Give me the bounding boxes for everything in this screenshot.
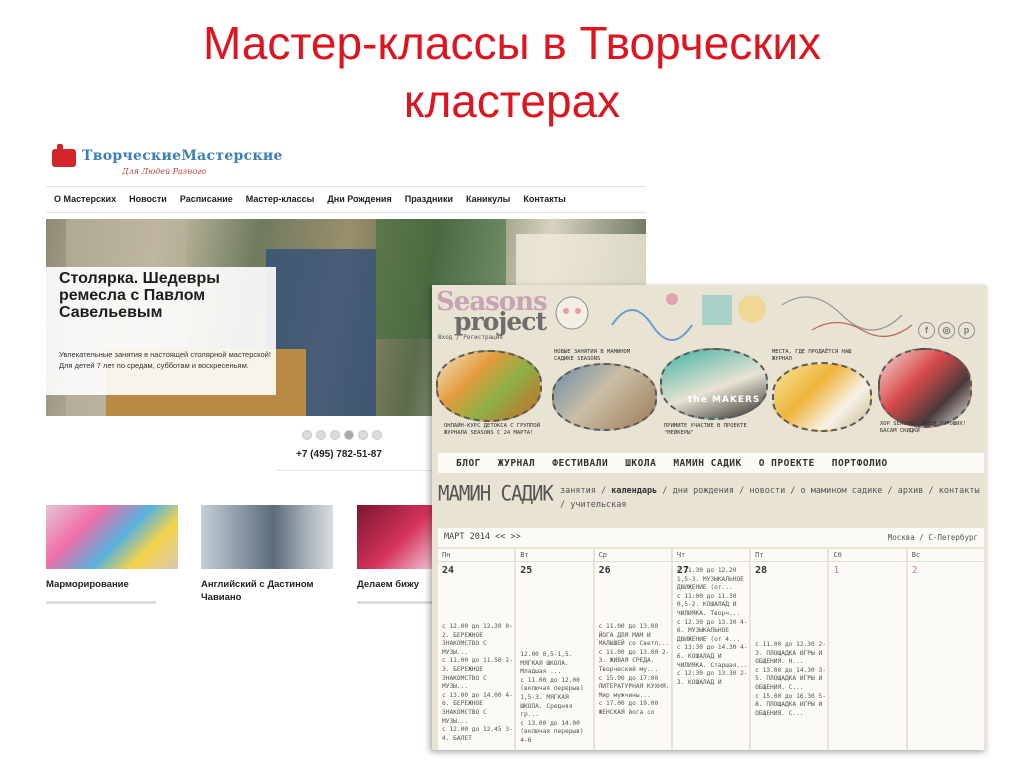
day-number[interactable]: 1	[829, 562, 905, 579]
card-photo	[46, 505, 178, 569]
calendar-day-column: Вс 2	[907, 549, 984, 750]
workshops-logo-subtitle: Для Людей Разного	[122, 167, 207, 176]
day-events-list[interactable]: 12.00 0,5-1,5. МЯГКАЯ ШКОЛА. Младшая ...…	[520, 651, 594, 746]
subnav-item-calendar-active[interactable]: календарь	[611, 486, 657, 496]
calendar-grid: Пн 24 с 12.00 до 12.30 0-2. БЕРЕЖНОЕ ЗНАКО…	[438, 549, 984, 750]
masterclass-card[interactable]: Марморирование	[46, 505, 178, 605]
weekday-label: Ср	[594, 549, 671, 562]
masterclass-card[interactable]: Английский с Дастином Чавиано	[201, 505, 333, 605]
slider-dot[interactable]	[316, 430, 326, 440]
subnav-links-before[interactable]: занятия /	[560, 486, 611, 496]
slide-title-line1: Мастер-классы в Творческих	[202, 17, 822, 69]
menu-item-kindergarten[interactable]: МАМИН САДИК	[673, 458, 741, 469]
feature-caption[interactable]: Онлайн-курс детокса с группой журнала Se…	[444, 423, 544, 437]
menu-item-about[interactable]: О ПРОЕКТЕ	[759, 458, 815, 469]
feature-bubble-choir[interactable]	[878, 348, 972, 428]
divider	[46, 212, 646, 213]
calendar-day-column: Сб 1	[829, 549, 906, 750]
menu-item-portfolio[interactable]: ПОРТФОЛИО	[832, 458, 888, 469]
nav-item-schedule[interactable]: Расписание	[180, 194, 233, 204]
seasons-site-screenshot: Seasons project Вход / Регистрация f ◎ p…	[432, 285, 987, 750]
card-title: Марморирование	[46, 579, 129, 590]
workshops-logo-text: ТворческиеМастерские	[82, 148, 283, 164]
slider-dot[interactable]	[302, 430, 312, 440]
phone-number[interactable]: +7 (495) 782-51-87	[296, 449, 382, 460]
pinterest-icon[interactable]: p	[958, 322, 975, 339]
feature-bubble-detox[interactable]	[436, 350, 542, 422]
nav-item-contacts[interactable]: Контакты	[523, 194, 565, 204]
header-illustration	[555, 293, 913, 341]
day-number[interactable]: 26	[595, 562, 671, 579]
feature-caption[interactable]: Новые занятия в Мамином садике Seasons	[554, 349, 652, 363]
menu-item-school[interactable]: ШКОЛА	[625, 458, 656, 469]
seasons-logo-line2[interactable]: project	[454, 307, 547, 336]
feature-caption[interactable]: Примите участие в проекте "Мейкеры"	[664, 423, 764, 437]
card-title: Английский с Дастином Чавиано	[201, 579, 314, 603]
slide-title-line2: кластерах	[403, 75, 621, 127]
slider-dots	[302, 430, 382, 440]
calendar-day-column: Пн 24 с 12.00 до 12.30 0-2. БЕРЕЖНОЕ ЗНАКО…	[438, 549, 516, 750]
section-title: МАМИН САДИК	[438, 481, 554, 507]
facebook-icon[interactable]: f	[918, 322, 935, 339]
slider-dot-active[interactable]	[344, 430, 354, 440]
menu-item-journal[interactable]: ЖУРНАЛ	[498, 458, 535, 469]
login-register-link[interactable]: Вход / Регистрация	[438, 334, 503, 341]
nav-item-birthdays[interactable]: Дни Рождения	[327, 194, 391, 204]
day-number[interactable]: 25	[516, 562, 592, 579]
calendar-day-column: Ср 26 с 11.00 до 13.00 ЙОГА ДЛЯ МАМ И МАЛЫ…	[594, 549, 673, 750]
weekday-label: Вс	[907, 549, 984, 562]
calendar-day-column: Вт 25 12.00 0,5-1,5. МЯГКАЯ ШКОЛА. Младшая…	[516, 549, 594, 750]
city-switch[interactable]: Москва / С-Петербург	[888, 533, 978, 542]
day-number[interactable]: 24	[438, 562, 514, 579]
weekday-label: Вт	[516, 549, 593, 562]
nav-item-masterclasses[interactable]: Мастер-классы	[246, 194, 315, 204]
hero-description: Увлекательные занятия в настоящей столяр…	[59, 350, 271, 370]
menu-item-festivals[interactable]: ФЕСТИВАЛИ	[552, 458, 608, 469]
feature-bubble-shops[interactable]	[772, 362, 872, 432]
section-subnav: занятия / календарь / дни рождения / нов…	[560, 484, 985, 512]
day-events-list[interactable]: с 11.30 до 12.20 1,5-3. МУЗЫКАЛЬНОЕ ДВИЖ…	[677, 567, 751, 687]
social-links: f ◎ p	[918, 322, 975, 339]
day-number[interactable]: 2	[908, 562, 984, 579]
feature-caption[interactable]: Хор Seasons. Ищем хороших! Басам скидки	[880, 421, 980, 435]
day-events-list[interactable]: с 12.00 до 12.30 0-2. БЕРЕЖНОЕ ЗНАКОМСТВ…	[442, 623, 516, 743]
makers-badge: the MAKERS	[688, 395, 761, 405]
day-events-list[interactable]: с 11.00 до 13.00 ЙОГА ДЛЯ МАМ И МАЛЫШЕЙ …	[599, 623, 673, 718]
calendar-day-column: Пт 28 с 11.00 до 12.30 2-3. ПЛОЩАДКА ИГРЫ …	[751, 549, 829, 750]
menu-item-blog[interactable]: БЛОГ	[456, 458, 481, 469]
instagram-icon[interactable]: ◎	[938, 322, 955, 339]
weekday-label: Чт	[672, 549, 750, 562]
card-excerpt-faded	[46, 601, 156, 604]
calendar-header: МАРТ 2014 << >> Москва / С-Петербург	[438, 528, 984, 547]
calendar-month-nav[interactable]: МАРТ 2014 << >>	[444, 532, 521, 542]
workshops-logo[interactable]: ТворческиеМастерские Для Людей Разного	[52, 144, 282, 181]
nav-item-about[interactable]: О Мастерских	[54, 194, 116, 204]
nav-item-holidays[interactable]: Праздники	[405, 194, 453, 204]
divider	[46, 186, 646, 187]
weekday-label: Пт	[751, 549, 828, 562]
weekday-label: Сб	[829, 549, 906, 562]
workshops-main-nav: О Мастерских Новости Расписание Мастер-к…	[54, 194, 579, 204]
slider-dot[interactable]	[330, 430, 340, 440]
nav-item-news[interactable]: Новости	[129, 194, 167, 204]
card-photo	[201, 505, 333, 569]
slide-title: Мастер-классы в Творческих кластерах	[0, 14, 1024, 130]
feature-caption[interactable]: Места, где продаётся наш журнал	[772, 349, 872, 363]
nav-item-vacations[interactable]: Каникулы	[466, 194, 510, 204]
day-events-list[interactable]: с 11.00 до 12.30 2-3. ПЛОЩАДКА ИГРЫ И ОБ…	[755, 641, 829, 718]
feature-bubble-kindergarten[interactable]	[552, 363, 657, 431]
day-number[interactable]: 28	[751, 562, 827, 579]
weekday-label: Пн	[438, 549, 515, 562]
slider-dot[interactable]	[358, 430, 368, 440]
seasons-main-menu: БЛОГ ЖУРНАЛ ФЕСТИВАЛИ ШКОЛА МАМИН САДИК …	[438, 453, 984, 473]
feature-bubble-makers[interactable]	[660, 348, 768, 420]
workshops-logo-icon	[52, 144, 76, 167]
slider-dot[interactable]	[372, 430, 382, 440]
hero-title: Столярка. Шедевры ремесла с Павлом Савел…	[59, 270, 220, 321]
calendar-day-column: Чт 27 с 11.30 до 12.20 1,5-3. МУЗЫКАЛЬНОЕ …	[672, 549, 751, 750]
